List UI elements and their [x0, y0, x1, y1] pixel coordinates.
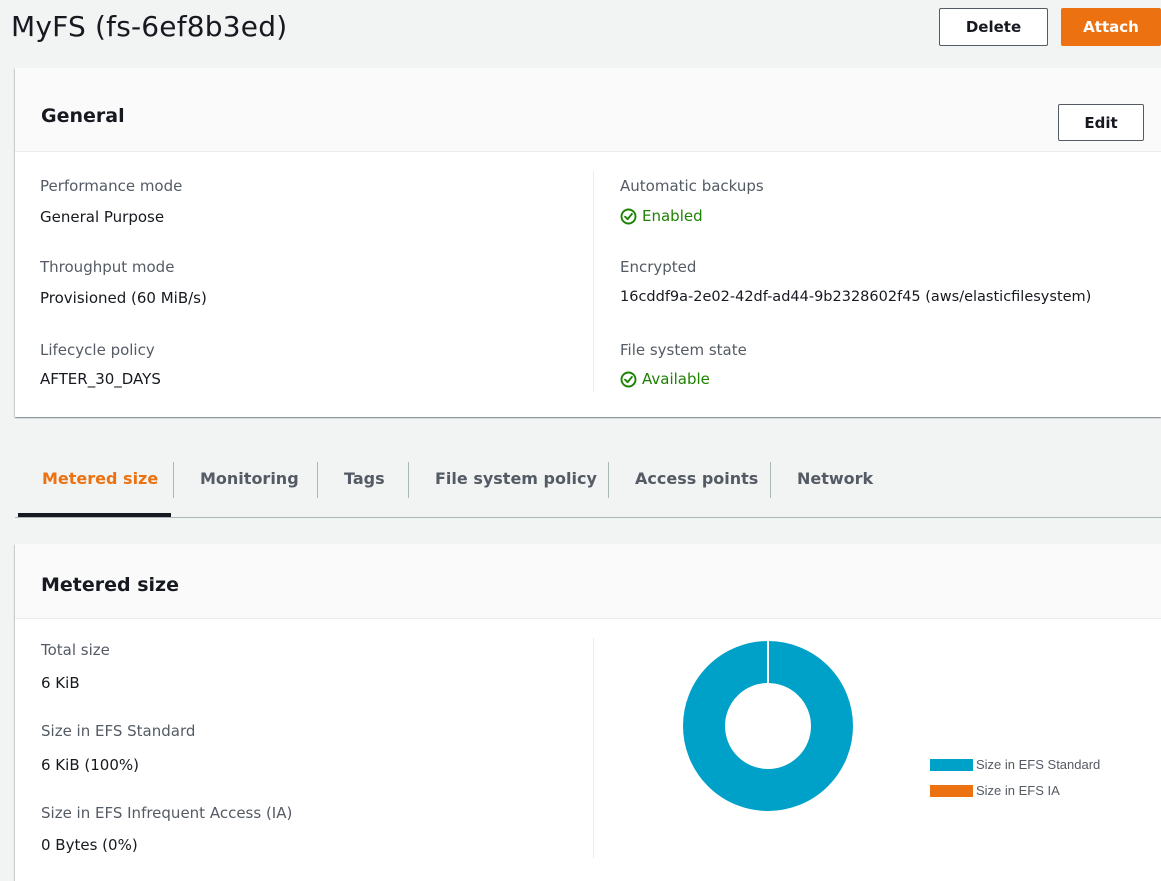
tab-separator — [317, 462, 318, 498]
status-positive-icon — [620, 371, 637, 387]
performance-mode-label: Performance mode — [40, 177, 183, 195]
lifecycle-policy-label: Lifecycle policy — [40, 341, 155, 359]
file-system-state-label: File system state — [620, 341, 747, 359]
general-title: General — [41, 105, 125, 127]
throughput-mode-label: Throughput mode — [40, 258, 175, 276]
total-size-value: 6 KiB — [41, 674, 80, 692]
tab-monitoring[interactable]: Monitoring — [200, 469, 299, 488]
metered-size-donut-chart — [683, 640, 853, 811]
legend-item: Size in EFS Standard — [930, 757, 1100, 772]
general-panel-header: General Edit — [15, 68, 1161, 152]
tab-separator — [770, 462, 771, 498]
file-system-state-status: Available — [620, 370, 710, 388]
encrypted-label: Encrypted — [620, 258, 697, 276]
metered-size-panel: Metered size Total size 6 KiB Size in EF… — [15, 544, 1161, 881]
efs-ia-label: Size in EFS Infrequent Access (IA) — [41, 804, 293, 822]
tab-tags[interactable]: Tags — [344, 469, 385, 488]
legend-item: Size in EFS IA — [930, 783, 1060, 798]
automatic-backups-status: Enabled — [620, 207, 703, 225]
attach-button[interactable]: Attach — [1061, 8, 1161, 46]
tab-separator — [408, 462, 409, 498]
general-panel: General Edit Performance mode General Pu… — [15, 68, 1161, 417]
file-system-state-value: Available — [642, 370, 710, 388]
tab-network[interactable]: Network — [797, 469, 873, 488]
column-divider — [593, 171, 594, 392]
tab-separator — [608, 462, 609, 498]
legend-label: Size in EFS IA — [976, 783, 1060, 798]
metered-size-header: Metered size — [15, 544, 1161, 619]
legend-swatch — [930, 784, 973, 797]
legend-swatch — [930, 758, 973, 771]
automatic-backups-label: Automatic backups — [620, 177, 764, 195]
active-tab-indicator — [18, 513, 171, 517]
column-divider — [593, 638, 594, 858]
edit-button[interactable]: Edit — [1058, 104, 1144, 141]
throughput-mode-value: Provisioned (60 MiB/s) — [40, 289, 207, 307]
efs-ia-value: 0 Bytes (0%) — [41, 836, 138, 854]
page-header: MyFS (fs-6ef8b3ed) Delete Attach — [0, 0, 1161, 68]
efs-standard-label: Size in EFS Standard — [41, 722, 196, 740]
encrypted-value: 16cddf9a-2e02-42df-ad44-9b2328602f45 (aw… — [620, 289, 1092, 305]
tab-access-points[interactable]: Access points — [635, 469, 758, 488]
tab-file-system-policy[interactable]: File system policy — [435, 469, 597, 488]
lifecycle-policy-value: AFTER_30_DAYS — [40, 370, 161, 388]
tab-bar: Metered size Monitoring Tags File system… — [15, 442, 1161, 518]
efs-standard-value: 6 KiB (100%) — [41, 756, 139, 774]
automatic-backups-value: Enabled — [642, 207, 703, 225]
legend-label: Size in EFS Standard — [976, 757, 1101, 772]
delete-button[interactable]: Delete — [939, 8, 1048, 46]
total-size-label: Total size — [41, 641, 110, 659]
page-title: MyFS (fs-6ef8b3ed) — [11, 10, 288, 43]
metered-size-title: Metered size — [41, 574, 180, 596]
tab-metered-size[interactable]: Metered size — [42, 469, 158, 488]
status-positive-icon — [620, 208, 637, 224]
performance-mode-value: General Purpose — [40, 208, 165, 226]
tab-separator — [173, 462, 174, 498]
